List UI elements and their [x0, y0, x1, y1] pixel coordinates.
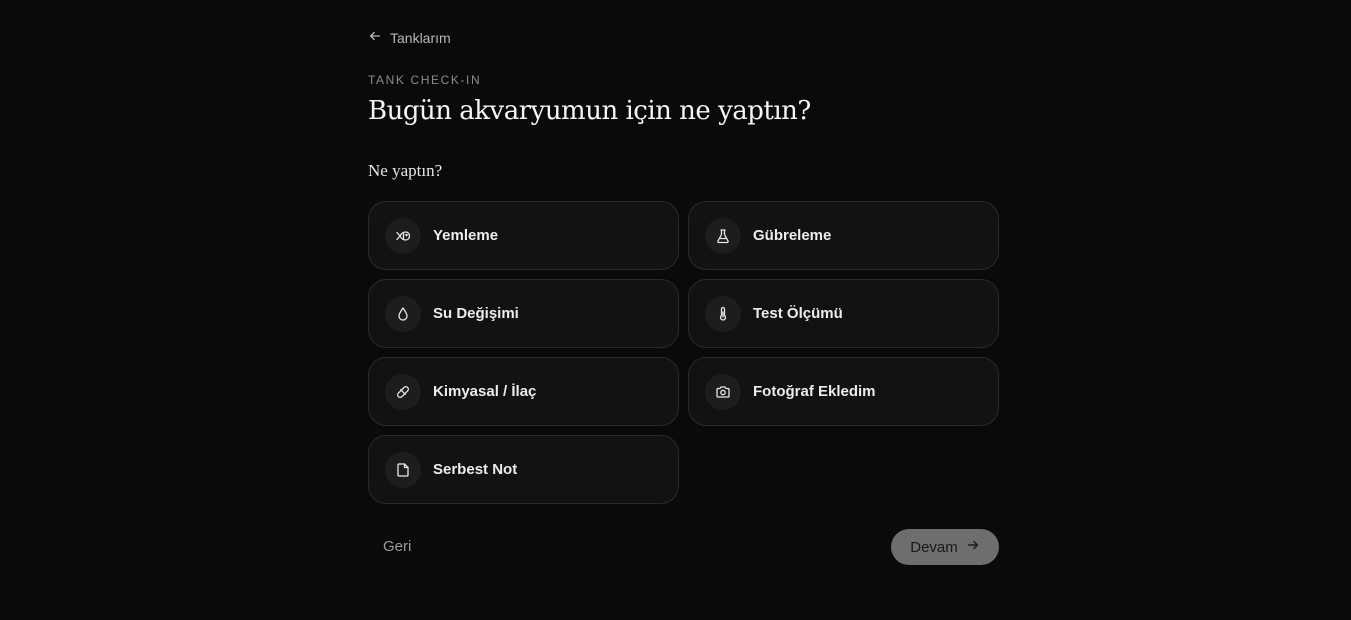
note-icon — [385, 451, 421, 488]
option-label: Gübreleme — [753, 227, 832, 244]
pill-icon — [385, 373, 421, 410]
option-su-degisimi[interactable]: Su Değişimi — [368, 279, 679, 348]
page-title: Bugün akvaryumun için ne yaptın? — [368, 96, 811, 126]
option-test-olcumu[interactable]: Test Ölçümü — [688, 279, 999, 348]
option-label: Test Ölçümü — [753, 305, 843, 322]
option-label: Yemleme — [433, 227, 499, 244]
option-fotograf-ekledim[interactable]: Fotoğraf Ekledim — [688, 357, 999, 426]
option-label: Fotoğraf Ekledim — [753, 383, 876, 400]
option-label: Su Değişimi — [433, 305, 519, 322]
activity-options: Yemleme Gübreleme Su Değişimi Test Ölçüm… — [368, 201, 999, 504]
form-footer: Geri Devam — [368, 529, 999, 565]
option-label: Serbest Not — [433, 461, 518, 478]
thermometer-icon — [705, 295, 741, 332]
arrow-left-icon — [368, 29, 382, 46]
fish-icon — [385, 217, 421, 254]
back-button[interactable]: Geri — [383, 538, 411, 555]
back-to-tanks-link[interactable]: Tanklarım — [368, 29, 451, 46]
continue-button[interactable]: Devam — [891, 529, 999, 565]
arrow-right-icon — [966, 538, 980, 556]
question-label: Ne yaptın? — [368, 161, 443, 180]
option-yemleme[interactable]: Yemleme — [368, 201, 679, 270]
option-gubreleme[interactable]: Gübreleme — [688, 201, 999, 270]
option-kimyasal-ilac[interactable]: Kimyasal / İlaç — [368, 357, 679, 426]
page-eyebrow: TANK CHECK-IN — [368, 73, 482, 87]
continue-button-label: Devam — [910, 538, 958, 556]
flask-icon — [705, 217, 741, 254]
droplet-icon — [385, 295, 421, 332]
option-label: Kimyasal / İlaç — [433, 383, 537, 400]
back-link-label: Tanklarım — [390, 29, 451, 46]
option-serbest-not[interactable]: Serbest Not — [368, 435, 679, 504]
camera-icon — [705, 373, 741, 410]
